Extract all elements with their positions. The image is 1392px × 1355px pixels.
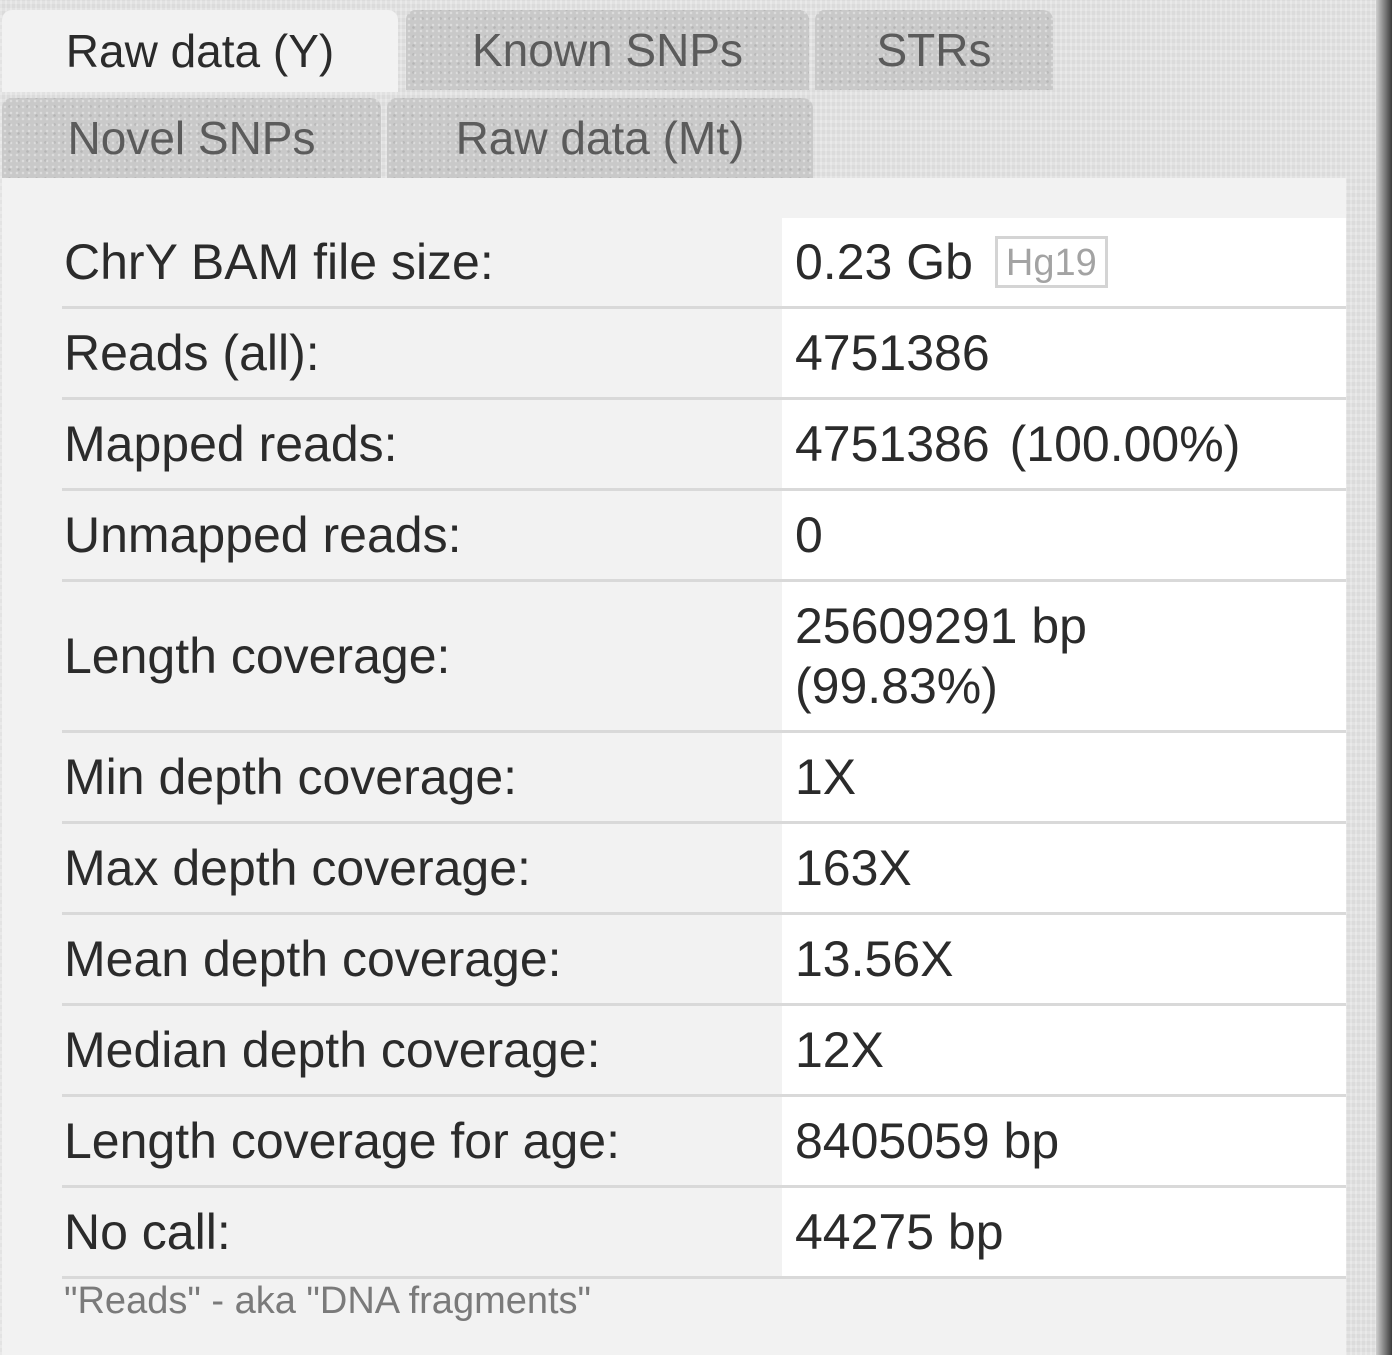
no-call-label: No call:	[64, 1204, 231, 1260]
tab-novel-snps[interactable]: Novel SNPs	[2, 98, 381, 178]
mapped-reads-value: 4751386	[795, 416, 990, 472]
min-depth-value: 1X	[782, 733, 1346, 821]
median-depth-value: 12X	[782, 1006, 1346, 1094]
stats-table: ChrY BAM file size: 0.23 Gb Hg19 Reads (…	[62, 218, 1346, 1279]
bam-size-label: ChrY BAM file size:	[64, 234, 494, 290]
mapped-reads-cell: 4751386 (100.00%)	[782, 400, 1346, 488]
stats-row-median-depth: Median depth coverage: 12X	[62, 1006, 1346, 1097]
stats-row-unmapped-reads: Unmapped reads: 0	[62, 491, 1346, 582]
max-depth-value: 163X	[782, 824, 1346, 912]
window-edge-shadow	[1376, 0, 1392, 1355]
stats-row-bam-size: ChrY BAM file size: 0.23 Gb Hg19	[62, 218, 1346, 309]
stats-row-length-coverage: Length coverage: 25609291 bp (99.83%)	[62, 582, 1346, 733]
mean-depth-value: 13.56X	[782, 915, 1346, 1003]
stats-row-no-call: No call: 44275 bp	[62, 1188, 1346, 1279]
reads-all-value: 4751386	[782, 309, 1346, 397]
stats-row-min-depth: Min depth coverage: 1X	[62, 733, 1346, 824]
length-coverage-age-value: 8405059 bp	[782, 1097, 1346, 1185]
reads-all-label: Reads (all):	[64, 325, 320, 381]
no-call-value: 44275 bp	[782, 1188, 1346, 1276]
unmapped-reads-label: Unmapped reads:	[64, 507, 462, 563]
length-coverage-label: Length coverage:	[64, 628, 451, 684]
max-depth-label: Max depth coverage:	[64, 840, 531, 896]
bam-size-value: 0.23 Gb	[795, 234, 973, 290]
tab-strs[interactable]: STRs	[815, 10, 1053, 90]
length-coverage-value: 25609291 bp (99.83%)	[795, 598, 1087, 714]
stats-row-length-coverage-age: Length coverage for age: 8405059 bp	[62, 1097, 1346, 1188]
bam-size-cell: 0.23 Gb Hg19	[782, 218, 1346, 306]
raw-data-y-panel: ChrY BAM file size: 0.23 Gb Hg19 Reads (…	[2, 178, 1346, 1355]
reference-genome-badge: Hg19	[994, 236, 1108, 288]
mean-depth-label: Mean depth coverage:	[64, 931, 562, 987]
stats-row-reads-all: Reads (all): 4751386	[62, 309, 1346, 400]
tab-known-snps[interactable]: Known SNPs	[406, 10, 809, 90]
length-coverage-cell: 25609291 bp (99.83%)	[782, 582, 1346, 730]
stats-row-mean-depth: Mean depth coverage: 13.56X	[62, 915, 1346, 1006]
stats-row-mapped-reads: Mapped reads: 4751386 (100.00%)	[62, 400, 1346, 491]
tab-raw-data-y[interactable]: Raw data (Y)	[2, 10, 398, 92]
length-coverage-age-label: Length coverage for age:	[64, 1113, 620, 1169]
median-depth-label: Median depth coverage:	[64, 1022, 601, 1078]
min-depth-label: Min depth coverage:	[64, 749, 518, 805]
tab-raw-data-mt[interactable]: Raw data (Mt)	[387, 98, 813, 178]
mapped-reads-label: Mapped reads:	[64, 416, 398, 472]
unmapped-reads-value: 0	[782, 491, 1346, 579]
reads-footnote: "Reads" - aka "DNA fragments"	[64, 1280, 592, 1322]
mapped-reads-percent: (100.00%)	[1009, 416, 1241, 472]
stats-row-max-depth: Max depth coverage: 163X	[62, 824, 1346, 915]
